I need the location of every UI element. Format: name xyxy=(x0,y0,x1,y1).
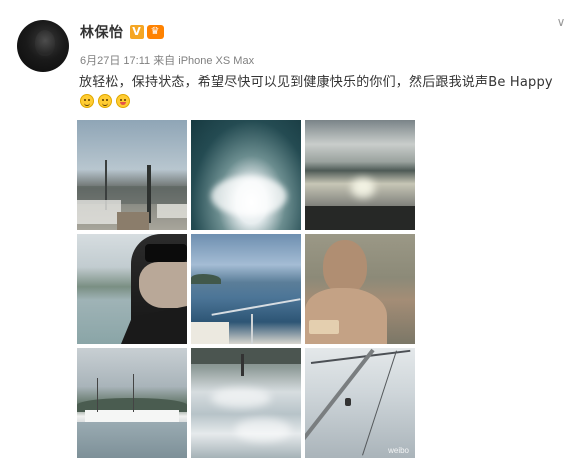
post-timestamp[interactable]: 6月27日 17:11 xyxy=(80,55,150,67)
author-name[interactable]: 林保怡 xyxy=(80,22,124,42)
avatar[interactable] xyxy=(17,20,69,72)
watermark: weibo xyxy=(388,446,409,455)
selfie-sea-photo[interactable] xyxy=(77,234,187,344)
boat-deck-photo[interactable] xyxy=(191,234,301,344)
member-crown-icon[interactable]: ♛ xyxy=(146,25,164,39)
source-prefix: 来自 xyxy=(153,55,176,67)
verified-badge-icon[interactable]: V xyxy=(129,25,144,39)
post-meta: 6月27日 17:11 来自 iPhone XS Max xyxy=(80,52,254,68)
post-header: 林保怡 V ♛ xyxy=(80,21,164,43)
weibo-post-card: 林保怡 V ♛ ∨ 6月27日 17:11 来自 iPhone XS Max 放… xyxy=(0,0,583,473)
wave-spray-photo[interactable] xyxy=(191,120,301,230)
marina-docks-photo[interactable] xyxy=(77,120,187,230)
tongue-emoji-icon xyxy=(116,94,130,108)
sky-reflection-photo[interactable] xyxy=(191,348,301,458)
chevron-down-icon[interactable]: ∨ xyxy=(553,16,569,28)
post-body-text: 放轻松，保持状态，希望尽快可以见到健康快乐的你们，然后跟我说声Be Happy xyxy=(79,75,553,90)
mast-sky-photo[interactable]: weibo xyxy=(305,348,415,458)
device-source: iPhone XS Max xyxy=(178,55,255,67)
photo-grid: weibo xyxy=(77,120,415,458)
grin-emoji-icon xyxy=(80,94,94,108)
shirtless-selfie-photo[interactable] xyxy=(305,234,415,344)
sunset-lake-photo[interactable] xyxy=(305,120,415,230)
emoji-row xyxy=(80,94,130,108)
grin-emoji-icon xyxy=(98,94,112,108)
harbor-yachts-photo[interactable] xyxy=(77,348,187,458)
